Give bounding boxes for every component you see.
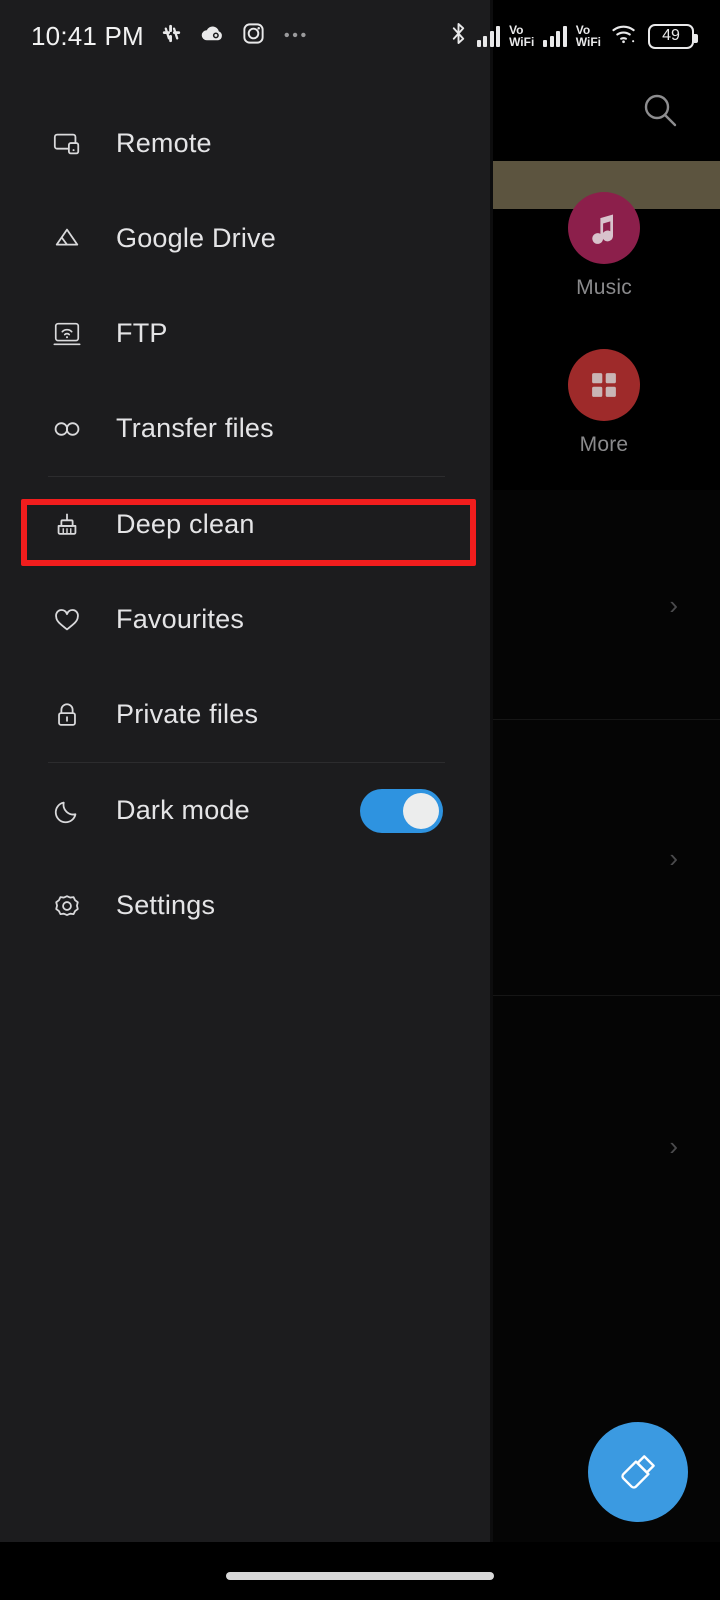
menu-item-favourites[interactable]: Favourites bbox=[0, 572, 493, 667]
status-bar: 10:41 PM Vo WiFi Vo WiFi 49 bbox=[0, 0, 720, 72]
grid-squares-icon bbox=[568, 349, 640, 421]
dark-mode-toggle[interactable] bbox=[360, 788, 443, 833]
search-icon[interactable] bbox=[638, 88, 682, 132]
menu-item-settings[interactable]: Settings bbox=[0, 858, 493, 953]
list-item[interactable]: › bbox=[490, 996, 720, 1296]
shortcut-more[interactable]: More bbox=[544, 349, 664, 457]
menu-item-private-files[interactable]: Private files bbox=[0, 667, 493, 762]
chevron-right-icon: › bbox=[669, 1131, 678, 1161]
shortcut-label: More bbox=[579, 433, 629, 456]
menu-item-label: Transfer files bbox=[116, 413, 274, 443]
broom-icon bbox=[48, 506, 86, 544]
drawer-menu-list: Remote Google Drive FTP Transfer files D… bbox=[0, 96, 493, 953]
toggle-knob bbox=[403, 792, 439, 829]
shortcut-music[interactable]: Music bbox=[544, 192, 664, 300]
menu-item-transfer-files[interactable]: Transfer files bbox=[0, 381, 493, 476]
list-item[interactable]: › bbox=[490, 720, 720, 996]
lock-icon bbox=[48, 696, 86, 734]
menu-item-label: Settings bbox=[116, 890, 216, 920]
status-clock: 10:41 PM bbox=[31, 20, 144, 51]
signal-bars-sim2-icon bbox=[543, 25, 567, 47]
moon-icon bbox=[48, 792, 86, 830]
menu-item-deep-clean[interactable]: Deep clean bbox=[0, 477, 493, 572]
google-drive-icon bbox=[48, 220, 86, 258]
menu-item-label: FTP bbox=[116, 318, 168, 348]
instagram-icon bbox=[241, 21, 266, 51]
shortcut-label: Music bbox=[576, 276, 632, 299]
signal-bars-sim1-icon bbox=[476, 25, 501, 47]
phone-screen: Music More › › › Remote Google Drive FTP… bbox=[0, 0, 720, 1600]
status-bar-left: 10:41 PM bbox=[31, 21, 311, 52]
cloud-icon bbox=[199, 21, 226, 51]
menu-item-label: Remote bbox=[116, 128, 212, 158]
menu-item-remote[interactable]: Remote bbox=[0, 96, 493, 191]
music-note-icon bbox=[568, 192, 640, 264]
gesture-navigation-bar[interactable] bbox=[226, 1572, 494, 1580]
status-bar-right: Vo WiFi Vo WiFi 49 bbox=[449, 0, 698, 72]
heart-icon bbox=[48, 601, 86, 639]
list-item[interactable]: › bbox=[490, 490, 720, 720]
chevron-right-icon: › bbox=[669, 842, 678, 873]
volte-wifi-sim1-icon: Vo WiFi bbox=[509, 23, 535, 49]
more-dots-icon bbox=[281, 22, 311, 51]
menu-item-label: Dark mode bbox=[116, 795, 250, 825]
deep-clean-fab[interactable] bbox=[588, 1422, 688, 1522]
menu-item-google-drive[interactable]: Google Drive bbox=[0, 191, 493, 286]
menu-item-label: Private files bbox=[116, 699, 259, 729]
remote-screen-icon bbox=[48, 125, 86, 163]
menu-item-label: Deep clean bbox=[116, 509, 255, 539]
menu-item-dark-mode[interactable]: Dark mode bbox=[0, 763, 493, 858]
volte-wifi-sim2-icon: Vo WiFi bbox=[575, 23, 601, 49]
menu-item-label: Google Drive bbox=[116, 223, 276, 253]
chevron-right-icon: › bbox=[669, 589, 678, 620]
menu-item-label: Favourites bbox=[116, 604, 245, 634]
battery-level-label: 49 bbox=[662, 27, 680, 44]
battery-icon: 49 bbox=[648, 23, 698, 49]
bluetooth-icon bbox=[449, 20, 468, 52]
wifi-icon bbox=[610, 21, 639, 51]
transfer-files-icon bbox=[48, 410, 86, 448]
ftp-wifi-icon bbox=[48, 315, 86, 353]
menu-item-ftp[interactable]: FTP bbox=[0, 286, 493, 381]
background-list: › › › bbox=[490, 490, 720, 1542]
slack-icon bbox=[159, 21, 184, 51]
gear-icon bbox=[48, 887, 86, 925]
